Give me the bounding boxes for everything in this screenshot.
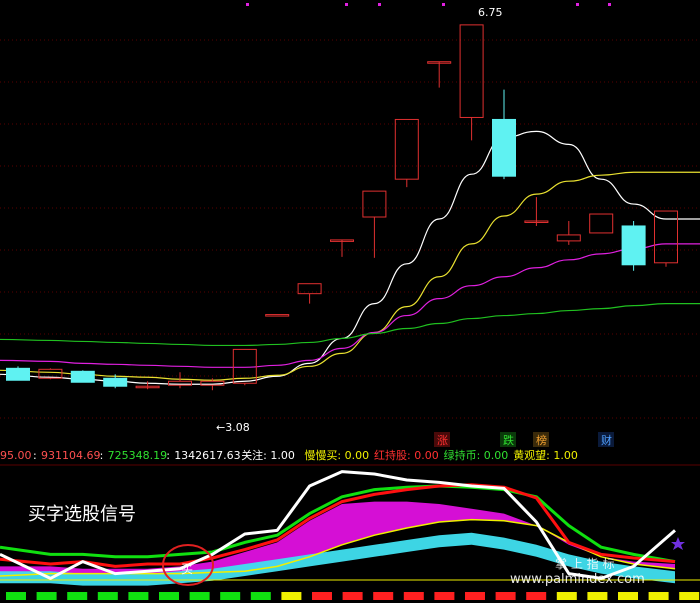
candle-body — [70, 370, 95, 383]
candle-2 — [70, 370, 95, 383]
signal-block-10 — [312, 592, 332, 600]
signal-block-9 — [281, 592, 302, 600]
info-item-6: 红持股: 0.00 — [374, 448, 439, 462]
signal-block-22 — [679, 592, 700, 600]
signal-block-11 — [342, 592, 363, 600]
candle-8 — [265, 314, 290, 317]
candle-body — [362, 190, 387, 218]
indicator-title: 买字选股信号 — [28, 504, 136, 525]
signal-block-21 — [648, 592, 669, 600]
marker-zhang[interactable]: 涨 — [437, 434, 448, 447]
candle-17 — [556, 220, 581, 245]
info-item-5: 慢慢买: 0.00 — [304, 449, 369, 462]
top-edge-markers — [246, 3, 611, 6]
signal-block-6 — [189, 592, 210, 600]
candle-body — [492, 118, 516, 177]
candle-body — [297, 283, 322, 295]
event-markers: 涨 跌 榜 财 — [434, 432, 614, 447]
top-marker-4 — [576, 3, 579, 6]
low-price-label: ←3.08 — [216, 421, 250, 434]
candle-body — [394, 118, 419, 180]
candle-body — [556, 234, 581, 242]
candle-18 — [589, 213, 614, 234]
signal-block-1 — [36, 592, 57, 600]
info-separator: : — [100, 449, 104, 462]
signal-block-2 — [67, 592, 88, 600]
signal-block-17 — [526, 592, 547, 600]
info-item-3: 1342617.63 — [174, 449, 240, 462]
signal-block-7 — [220, 592, 241, 600]
candle-body — [459, 24, 484, 118]
high-price-label: 6.75 — [478, 6, 503, 19]
candle-9 — [297, 283, 322, 304]
signal-block-5 — [159, 592, 179, 600]
watermark-url: www.palmindex.com — [510, 572, 645, 587]
stock-chart: 6.75 ←3.08 涨 跌 榜 财 95.00:931104.69:72534… — [0, 3, 700, 600]
signal-block-18 — [556, 592, 577, 600]
signal-block-8 — [250, 592, 271, 600]
signal-block-20 — [618, 592, 638, 600]
candle-14 — [459, 24, 484, 141]
info-item-7: 绿持币: 0.00 — [444, 448, 509, 462]
top-marker-3 — [442, 3, 445, 6]
marker-bang[interactable]: 榜 — [536, 433, 547, 447]
candle-0 — [6, 366, 30, 381]
signal-block-3 — [97, 592, 118, 600]
star-icon — [671, 537, 685, 550]
candle-5 — [168, 372, 192, 389]
signal-block-0 — [6, 592, 26, 600]
marker-cai[interactable]: 财 — [601, 433, 612, 447]
buy-signal-label: 买 — [181, 562, 193, 576]
candle-15 — [492, 89, 516, 180]
grid-lines — [0, 39, 700, 419]
info-item-2: 725348.19 — [108, 449, 168, 462]
info-item-0: 95.00 — [0, 449, 32, 462]
info-item-1: 931104.69 — [41, 449, 101, 462]
signal-block-15 — [465, 592, 485, 600]
ma-line-magenta — [0, 243, 700, 368]
signal-block-14 — [434, 592, 455, 600]
top-marker-2 — [378, 3, 381, 6]
ma-line-yellow — [0, 171, 700, 381]
signal-block-19 — [587, 592, 608, 600]
top-marker-0 — [246, 3, 249, 6]
signal-block-12 — [373, 592, 394, 600]
signal-block-13 — [403, 592, 424, 600]
candle-13 — [427, 61, 452, 88]
signal-block-4 — [128, 592, 149, 600]
signal-strip — [6, 592, 700, 600]
indicator-info-bar: 95.00:931104.69:725348.19:1342617.63 关注: … — [0, 448, 578, 462]
candle-body — [6, 367, 30, 381]
moving-average-lines — [0, 130, 700, 385]
ma-line-green — [0, 303, 700, 347]
signal-block-16 — [495, 592, 516, 600]
candle-12 — [394, 118, 419, 188]
candle-body — [621, 225, 646, 266]
candle-body — [103, 377, 128, 387]
candle-10 — [330, 239, 354, 257]
candle-16 — [524, 197, 549, 226]
candle-body — [589, 213, 614, 234]
candle-11 — [362, 190, 387, 258]
info-item-4: 关注: 1.00 — [241, 448, 295, 462]
info-separator: : — [166, 449, 170, 462]
info-item-8: 黄观望: 1.00 — [513, 448, 578, 462]
top-marker-5 — [608, 3, 611, 6]
top-marker-1 — [345, 3, 348, 6]
candle-body — [265, 314, 290, 317]
candle-19 — [621, 220, 646, 271]
marker-die[interactable]: 跌 — [503, 433, 514, 447]
info-separator: : — [33, 449, 37, 462]
watermark-cn: 掌 上 指 标 — [555, 556, 614, 571]
